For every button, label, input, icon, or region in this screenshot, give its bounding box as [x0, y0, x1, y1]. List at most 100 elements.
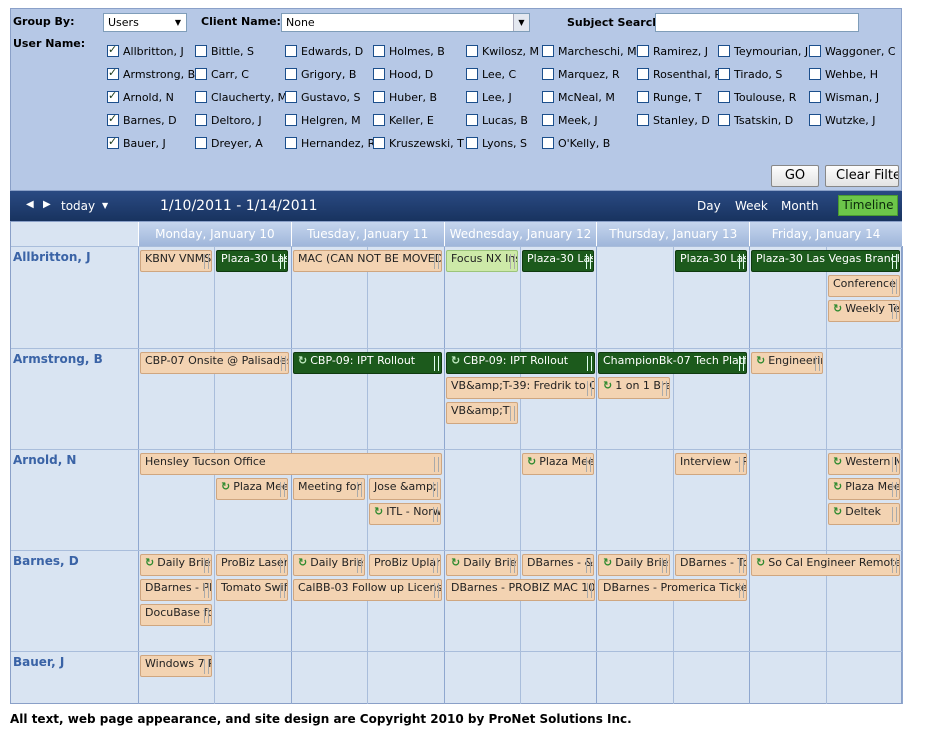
- user-checkbox[interactable]: Waggoner, C: [809, 43, 896, 59]
- calendar-event[interactable]: DBarnes - Tomato: [675, 554, 747, 576]
- user-checkbox[interactable]: Kwilosz, M: [466, 43, 539, 59]
- calendar-event[interactable]: ↻Daily Briefings: [598, 554, 670, 576]
- view-week-button[interactable]: Week: [735, 199, 768, 213]
- user-checkbox[interactable]: Bauer, J: [107, 135, 166, 151]
- calendar-event[interactable]: VB&amp;T-39: Fredrik to Oceans Move: [446, 377, 595, 399]
- checkbox-icon[interactable]: [373, 91, 385, 103]
- user-checkbox[interactable]: Helgren, M: [285, 112, 361, 128]
- checkbox-icon[interactable]: [195, 45, 207, 57]
- calendar-event[interactable]: DBarnes - Promerica Tickets: [598, 579, 747, 601]
- user-checkbox[interactable]: Meek, J: [542, 112, 598, 128]
- checkbox-icon[interactable]: [718, 91, 730, 103]
- calendar-event[interactable]: ↻ CBP-09: IPT Rollout: [446, 352, 595, 374]
- user-checkbox[interactable]: Wutzke, J: [809, 112, 876, 128]
- calendar-event[interactable]: ProBiz Upland: [369, 554, 441, 576]
- calendar-event[interactable]: CalBB-03 Follow up Licensing &amp;: [293, 579, 442, 601]
- user-checkbox[interactable]: Runge, T: [637, 89, 702, 105]
- calendar-event[interactable]: DBarnes - &amp;: [522, 554, 594, 576]
- checkbox-icon[interactable]: [373, 68, 385, 80]
- calendar-event[interactable]: MAC (CAN NOT BE MOVED) - Ticket #: 10126…: [293, 250, 442, 272]
- calendar-event[interactable]: DBarnes - PROBIZ MAC 10126479: [446, 579, 595, 601]
- checkbox-icon[interactable]: [107, 43, 119, 57]
- calendar-event[interactable]: Conference Call: ProsPer: [828, 275, 900, 297]
- calendar-event[interactable]: DBarnes - PROBIZ MAC: [140, 579, 212, 601]
- user-checkbox[interactable]: Lee, J: [466, 89, 512, 105]
- checkbox-icon[interactable]: [195, 68, 207, 80]
- user-checkbox[interactable]: Stanley, D: [637, 112, 710, 128]
- user-checkbox[interactable]: Carr, C: [195, 66, 249, 82]
- subject-search-input[interactable]: [655, 13, 859, 32]
- user-checkbox[interactable]: Lyons, S: [466, 135, 527, 151]
- calendar-event[interactable]: Focus NX Installation: [446, 250, 518, 272]
- client-name-select[interactable]: None ▼: [281, 13, 530, 32]
- view-timeline-button[interactable]: Timeline: [838, 195, 898, 216]
- checkbox-icon[interactable]: [285, 91, 297, 103]
- calendar-event[interactable]: ChampionBk-07 Tech Platform Refresh: [598, 352, 747, 374]
- user-checkbox[interactable]: Hernandez, R: [285, 135, 375, 151]
- calendar-event[interactable]: Hensley Tucson Office: [140, 453, 442, 475]
- calendar-event[interactable]: Plaza-30 Las Vegas: [522, 250, 594, 272]
- user-checkbox[interactable]: Marquez, R: [542, 66, 620, 82]
- checkbox-icon[interactable]: [637, 68, 649, 80]
- calendar-event[interactable]: ↻Western National: [828, 453, 900, 475]
- checkbox-icon[interactable]: [809, 68, 821, 80]
- user-checkbox[interactable]: Tirado, S: [718, 66, 782, 82]
- checkbox-icon[interactable]: [809, 45, 821, 57]
- calendar-event[interactable]: Interview - Peter Duffy: [675, 453, 747, 475]
- user-checkbox[interactable]: Deltoro, J: [195, 112, 262, 128]
- user-checkbox[interactable]: Allbritton, J: [107, 43, 184, 59]
- user-checkbox[interactable]: Holmes, B: [373, 43, 445, 59]
- calendar-event[interactable]: Meeting for ENBS with: [293, 478, 365, 500]
- calendar-event[interactable]: ↻Daily Briefings: [293, 554, 365, 576]
- user-checkbox[interactable]: Ramirez, J: [637, 43, 708, 59]
- calendar-event[interactable]: ↻Plaza Meeting: [828, 478, 900, 500]
- user-checkbox[interactable]: Edwards, D: [285, 43, 363, 59]
- user-checkbox[interactable]: Dreyer, A: [195, 135, 263, 151]
- calendar-event[interactable]: Plaza-30 Las Vegas: [216, 250, 288, 272]
- user-checkbox[interactable]: O'Kelly, B: [542, 135, 610, 151]
- checkbox-icon[interactable]: [637, 91, 649, 103]
- calendar-event[interactable]: ↻Plaza Meeting: [216, 478, 288, 500]
- checkbox-icon[interactable]: [466, 137, 478, 149]
- user-checkbox[interactable]: McNeal, M: [542, 89, 615, 105]
- checkbox-icon[interactable]: [107, 66, 119, 80]
- user-checkbox[interactable]: Armstrong, B: [107, 66, 195, 82]
- calendar-event[interactable]: Windows 7 Project Plan: [140, 655, 212, 677]
- prev-arrow-icon[interactable]: ◀: [26, 199, 34, 210]
- checkbox-icon[interactable]: [637, 45, 649, 57]
- checkbox-icon[interactable]: [718, 45, 730, 57]
- checkbox-icon[interactable]: [373, 114, 385, 126]
- checkbox-icon[interactable]: [195, 137, 207, 149]
- checkbox-icon[interactable]: [373, 45, 385, 57]
- user-checkbox[interactable]: Wehbe, H: [809, 66, 878, 82]
- checkbox-icon[interactable]: [466, 114, 478, 126]
- calendar-event[interactable]: DocuBase for CalBB: [140, 604, 212, 626]
- checkbox-icon[interactable]: [285, 45, 297, 57]
- calendar-event[interactable]: ↻So Cal Engineer Remote Day: [751, 554, 900, 576]
- user-checkbox[interactable]: Wisman, J: [809, 89, 879, 105]
- checkbox-icon[interactable]: [542, 45, 554, 57]
- calendar-event[interactable]: ProBiz Laser Pro Update: [216, 554, 288, 576]
- checkbox-icon[interactable]: [542, 68, 554, 80]
- clear-filter-button[interactable]: Clear Filter: [825, 165, 899, 187]
- calendar-event[interactable]: ↻ CBP-09: IPT Rollout: [293, 352, 442, 374]
- checkbox-icon[interactable]: [107, 112, 119, 126]
- checkbox-icon[interactable]: [285, 68, 297, 80]
- checkbox-icon[interactable]: [466, 68, 478, 80]
- checkbox-icon[interactable]: [542, 91, 554, 103]
- user-checkbox[interactable]: Hood, D: [373, 66, 433, 82]
- checkbox-icon[interactable]: [107, 135, 119, 149]
- checkbox-icon[interactable]: [466, 91, 478, 103]
- user-checkbox[interactable]: Lucas, B: [466, 112, 528, 128]
- calendar-event[interactable]: ↻ Deltek: [828, 503, 900, 525]
- chevron-down-icon[interactable]: ▼: [102, 201, 108, 210]
- calendar-event[interactable]: Plaza-30 Las Vegas Branch Move: [751, 250, 900, 272]
- calendar-event[interactable]: ↻Daily Briefings: [140, 554, 212, 576]
- view-day-button[interactable]: Day: [697, 199, 721, 213]
- user-checkbox[interactable]: Grigory, B: [285, 66, 356, 82]
- calendar-event[interactable]: ↻Plaza Meeting: [522, 453, 594, 475]
- user-checkbox[interactable]: Keller, E: [373, 112, 434, 128]
- user-checkbox[interactable]: Huber, B: [373, 89, 437, 105]
- calendar-event[interactable]: ↻1 on 1 Brad: [598, 377, 670, 399]
- checkbox-icon[interactable]: [542, 137, 554, 149]
